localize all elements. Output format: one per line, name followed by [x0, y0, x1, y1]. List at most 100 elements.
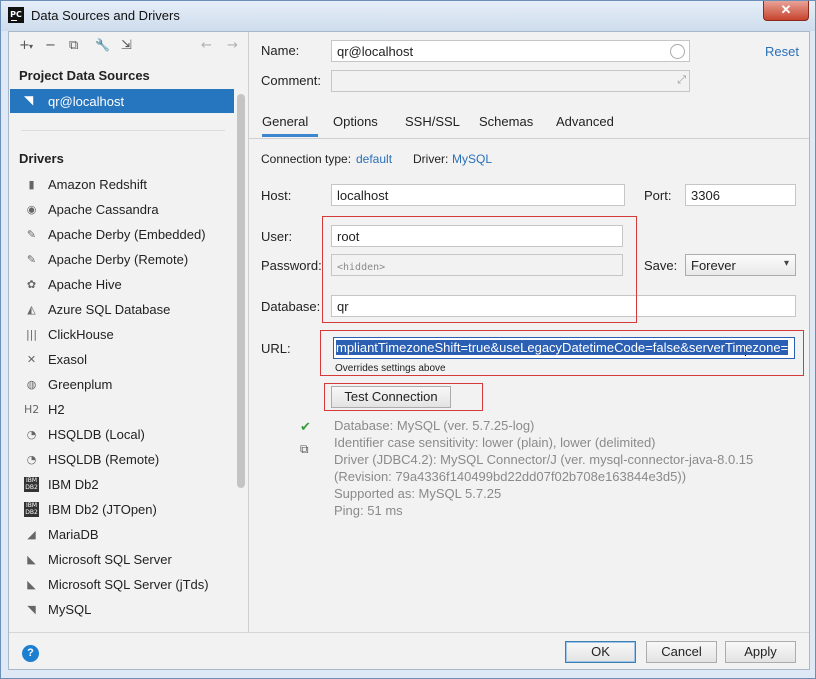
- driver-item[interactable]: ✕ Exasol: [10, 347, 234, 372]
- driver-link[interactable]: MySQL: [452, 152, 492, 166]
- driver-item[interactable]: ◉ Apache Cassandra: [10, 197, 234, 222]
- driver-label: Apache Hive: [48, 277, 122, 292]
- title-bar[interactable]: PC Data Sources and Drivers ✕: [1, 1, 815, 31]
- driver-icon: ◭: [27, 303, 36, 316]
- driver-icon: ◉: [26, 203, 37, 216]
- driver-item[interactable]: H2 H2: [10, 397, 234, 422]
- driver-item[interactable]: ◣ Microsoft SQL Server (jTds): [10, 572, 234, 597]
- comment-input[interactable]: ⤢: [331, 70, 690, 92]
- driver-item[interactable]: ✿ Apache Hive: [10, 272, 234, 297]
- pycharm-icon: PC: [8, 7, 24, 23]
- ok-button[interactable]: OK: [565, 641, 636, 663]
- driver-icon: H2: [24, 403, 40, 416]
- driver-label: Exasol: [48, 352, 88, 367]
- highlight-box-credentials: [322, 216, 637, 323]
- reset-link[interactable]: Reset: [765, 44, 799, 59]
- driver-label: ClickHouse: [48, 327, 114, 342]
- save-label: Save:: [644, 258, 678, 273]
- comment-label: Comment:: [261, 73, 321, 88]
- tab-advanced[interactable]: Advanced: [556, 107, 614, 137]
- close-button[interactable]: ✕: [763, 1, 809, 21]
- driver-label: Apache Cassandra: [48, 202, 159, 217]
- back-arrow-icon[interactable]: ←: [201, 38, 212, 53]
- driver-icon: ▮: [28, 178, 35, 191]
- host-input[interactable]: localhost: [331, 184, 625, 206]
- driver-item[interactable]: ▮ Amazon Redshift: [10, 172, 234, 197]
- host-label: Host:: [261, 188, 292, 203]
- driver-icon: ✕: [26, 353, 37, 366]
- driver-label: Amazon Redshift: [48, 177, 147, 192]
- add-dropdown-icon[interactable]: ▾: [29, 42, 33, 51]
- success-check-icon: ✔: [300, 420, 311, 435]
- apply-button[interactable]: Apply: [725, 641, 796, 663]
- driver-icon: ◔: [26, 428, 37, 441]
- expand-icon[interactable]: ⤢: [677, 73, 686, 87]
- driver-item[interactable]: ✎ Apache Derby (Remote): [10, 247, 234, 272]
- driver-label: Microsoft SQL Server: [48, 552, 172, 567]
- driver-label: Microsoft SQL Server (jTds): [48, 577, 209, 592]
- left-toolbar: + ▾ − ⧉ 🔧 ⇲ ← →: [9, 32, 248, 60]
- highlight-box-url: [320, 330, 804, 376]
- driver-item[interactable]: IBM DB2 IBM Db2: [10, 472, 234, 497]
- driver-item[interactable]: ◥ MySQL: [10, 597, 234, 622]
- driver-icon: ◣: [27, 578, 36, 591]
- status-line-revision: (Revision: 79a4336f140499bd22dd07f02b708…: [334, 469, 687, 484]
- driver-icon: ◔: [26, 453, 37, 466]
- duplicate-icon[interactable]: ⧉: [69, 38, 78, 53]
- project-item-qr-localhost[interactable]: ◥ qr@localhost: [10, 89, 234, 113]
- remove-icon[interactable]: −: [45, 38, 56, 53]
- tab-ssh-ssl[interactable]: SSH/SSL: [405, 107, 460, 137]
- url-label: URL:: [261, 341, 291, 356]
- mysql-dolphin-icon: ◥: [24, 93, 34, 107]
- wrench-icon[interactable]: 🔧: [95, 38, 110, 52]
- driver-icon: ✎: [26, 253, 37, 266]
- driver-item[interactable]: ◔ HSQLDB (Local): [10, 422, 234, 447]
- dialog-window: PC Data Sources and Drivers ✕ + ▾ − ⧉ 🔧 …: [0, 0, 816, 679]
- driver-item[interactable]: ◭ Azure SQL Database: [10, 297, 234, 322]
- project-item-label: qr@localhost: [48, 94, 125, 109]
- driver-icon: ◣: [27, 553, 36, 566]
- driver-label: HSQLDB (Remote): [48, 452, 160, 467]
- tab-bar: General Options SSH/SSL Schemas Advanced: [249, 107, 809, 139]
- driver-item[interactable]: ◣ Microsoft SQL Server: [10, 547, 234, 572]
- import-icon[interactable]: ⇲: [121, 38, 132, 53]
- driver-label: IBM Db2 (JTOpen): [48, 502, 157, 517]
- driver-item[interactable]: ||| ClickHouse: [10, 322, 234, 347]
- tab-options[interactable]: Options: [333, 107, 378, 137]
- connection-type-link[interactable]: default: [356, 152, 392, 166]
- help-icon[interactable]: ?: [22, 645, 39, 662]
- color-circle-icon[interactable]: [670, 44, 685, 59]
- driver-label: Driver:: [413, 152, 449, 166]
- save-select[interactable]: Forever ▾: [685, 254, 796, 276]
- driver-item[interactable]: ◔ HSQLDB (Remote): [10, 447, 234, 472]
- status-line-ping: Ping: 51 ms: [334, 503, 403, 518]
- driver-icon: ✎: [26, 228, 37, 241]
- tab-schemas[interactable]: Schemas: [479, 107, 533, 137]
- driver-item[interactable]: ◢ MariaDB: [10, 522, 234, 547]
- driver-item[interactable]: ◍ Greenplum: [10, 372, 234, 397]
- footer-divider: [9, 632, 809, 633]
- chevron-down-icon: ▾: [783, 258, 789, 269]
- driver-label: Greenplum: [48, 377, 113, 392]
- status-line-supported: Supported as: MySQL 5.7.25: [334, 486, 502, 501]
- driver-label: Apache Derby (Remote): [48, 252, 189, 267]
- driver-icon: IBM DB2: [24, 477, 39, 492]
- left-scrollbar[interactable]: [237, 94, 245, 488]
- driver-icon: ✿: [26, 278, 37, 291]
- database-label: Database:: [261, 299, 321, 314]
- driver-icon: ◥: [27, 603, 36, 616]
- project-data-sources-heading: Project Data Sources: [19, 68, 150, 83]
- copy-icon[interactable]: ⧉: [300, 442, 309, 457]
- name-input[interactable]: qr@localhost: [331, 40, 690, 62]
- driver-item[interactable]: ✎ Apache Derby (Embedded): [10, 222, 234, 247]
- window-title: Data Sources and Drivers: [31, 8, 180, 23]
- driver-label: H2: [48, 402, 65, 417]
- driver-item[interactable]: IBM DB2 IBM Db2 (JTOpen): [10, 497, 234, 522]
- cancel-button[interactable]: Cancel: [646, 641, 717, 663]
- left-panel: + ▾ − ⧉ 🔧 ⇲ ← → Project Data Sources ◥ q…: [9, 32, 249, 632]
- driver-icon: IBM DB2: [24, 502, 39, 517]
- status-line-driver: Driver (JDBC4.2): MySQL Connector/J (ver…: [334, 452, 754, 467]
- tab-general[interactable]: General: [262, 107, 318, 137]
- port-input[interactable]: 3306: [685, 184, 796, 206]
- forward-arrow-icon[interactable]: →: [227, 38, 238, 53]
